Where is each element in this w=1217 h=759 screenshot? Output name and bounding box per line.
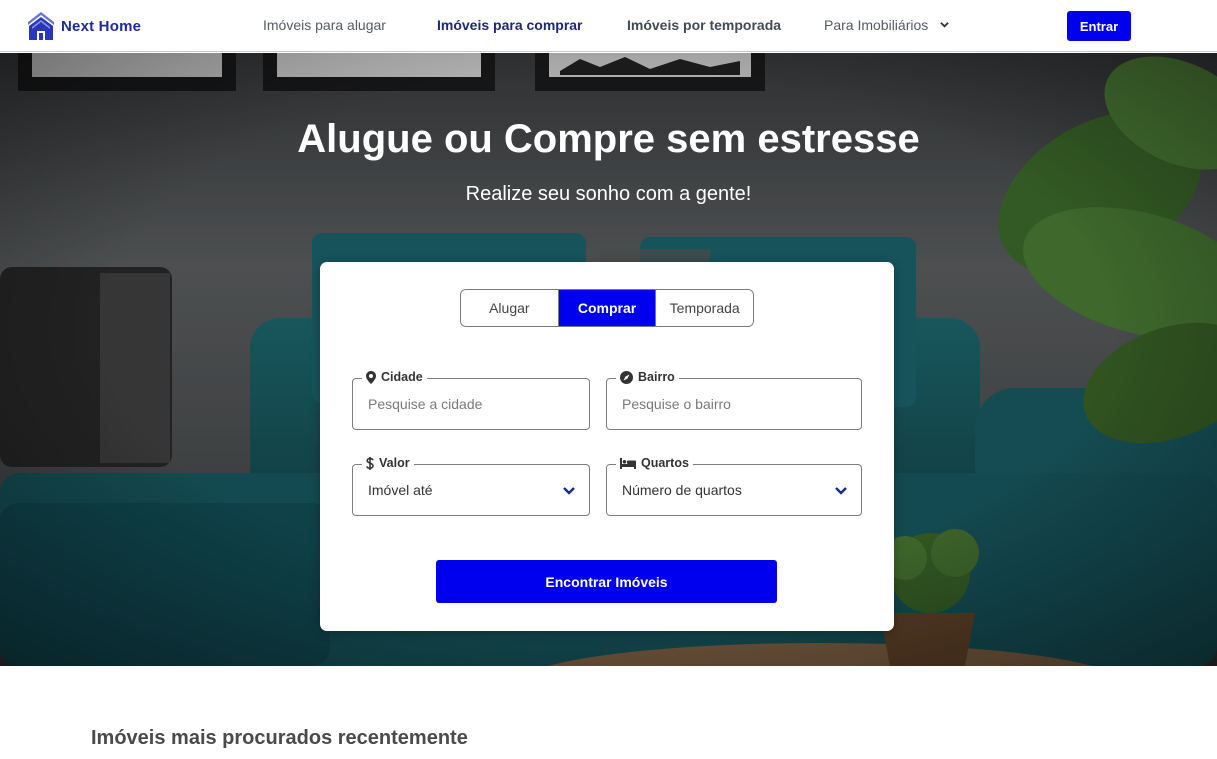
bed-icon (620, 457, 636, 469)
tab-seasonal[interactable]: Temporada (656, 290, 753, 326)
price-select-value: Imóvel até (368, 482, 433, 498)
city-field: Cidade (352, 370, 590, 430)
listing-type-tabs: Alugar Comprar Temporada (460, 289, 754, 327)
chevron-down-icon (940, 22, 949, 28)
hero-title: Alugue ou Compre sem estresse (297, 117, 920, 161)
chevron-down-icon (835, 487, 847, 495)
login-button[interactable]: Entrar (1067, 11, 1131, 41)
rooms-select[interactable]: Quartos Número de quartos (606, 456, 862, 516)
dollar-icon (366, 456, 374, 470)
neighborhood-search-input[interactable] (608, 380, 860, 428)
top-navbar: Next Home Imóveis para alugar Imóveis pa… (0, 0, 1217, 52)
price-field-label: Valor (362, 456, 414, 470)
nav-dropdown-realtors[interactable]: Para Imobiliários (824, 17, 949, 33)
nav-link-rent[interactable]: Imóveis para alugar (263, 17, 386, 33)
brand-name: Next Home (61, 17, 142, 35)
neighborhood-field: Bairro (606, 370, 862, 430)
hero-subtitle: Realize seu sonho com a gente! (465, 183, 752, 205)
search-card: Alugar Comprar Temporada Cidade Bairro (320, 262, 894, 631)
nav-link-seasonal[interactable]: Imóveis por temporada (627, 17, 781, 33)
house-logo-icon (28, 12, 54, 40)
rooms-field-label: Quartos (616, 456, 693, 470)
tab-rent[interactable]: Alugar (461, 290, 559, 326)
recent-properties-heading: Imóveis mais procurados recentemente (91, 727, 468, 749)
price-select[interactable]: Valor Imóvel até (352, 456, 590, 516)
nav-dropdown-label: Para Imobiliários (824, 17, 929, 33)
tab-buy[interactable]: Comprar (558, 290, 657, 326)
rooms-select-value: Número de quartos (622, 482, 742, 498)
city-search-input[interactable] (354, 380, 588, 428)
find-properties-button[interactable]: Encontrar Imóveis (436, 560, 777, 603)
chevron-down-icon (563, 487, 575, 495)
nav-link-buy[interactable]: Imóveis para comprar (437, 17, 583, 33)
logo[interactable]: Next Home (27, 11, 141, 41)
